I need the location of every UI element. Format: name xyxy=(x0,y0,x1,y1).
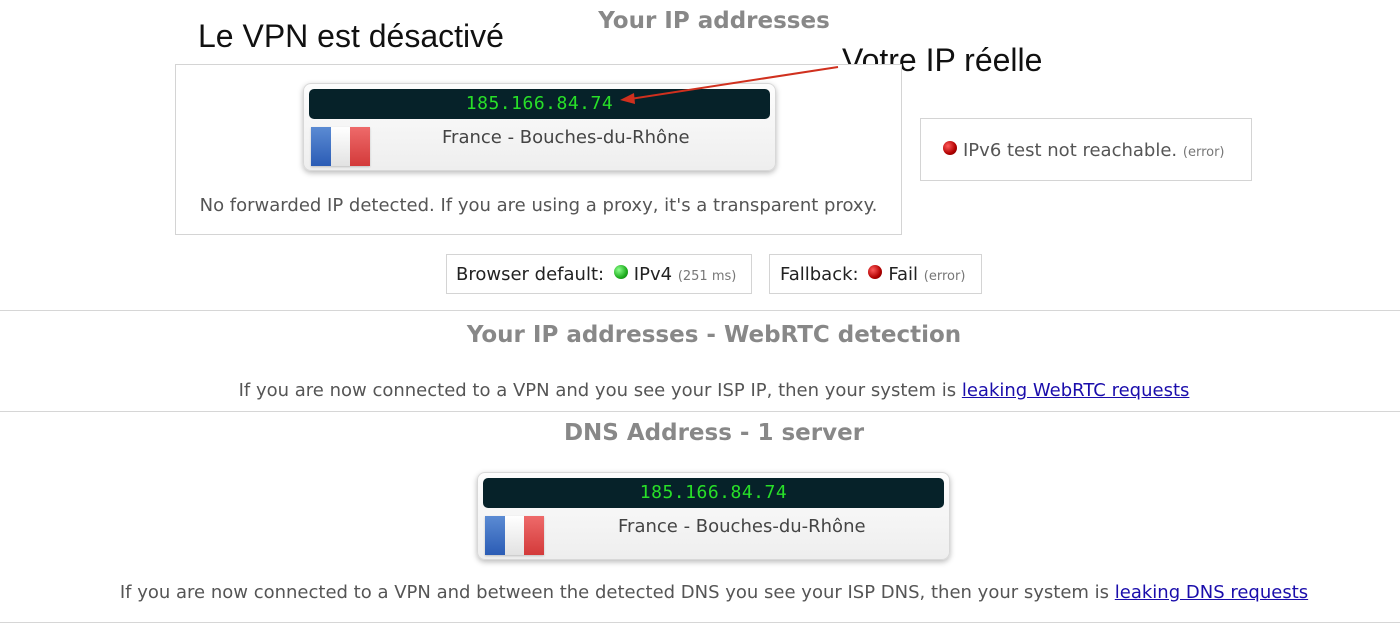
fallback-result: Fail xyxy=(888,264,919,285)
error-status-icon xyxy=(943,141,957,155)
leaking-dns-link[interactable]: leaking DNS requests xyxy=(1115,582,1308,603)
ipv6-message: IPv6 test not reachable. xyxy=(963,140,1178,161)
success-status-icon xyxy=(613,265,628,279)
dns-section-title: DNS Address - 1 server xyxy=(563,420,865,446)
browser-default-box: Browser default: IPv4 (251 ms) xyxy=(446,254,752,294)
dns-server-card: 185.166.84.74 France - Bouches-du-Rhône xyxy=(477,472,950,560)
leaking-webrtc-link[interactable]: leaking WebRTC requests xyxy=(962,380,1190,401)
flag-france-icon xyxy=(485,516,545,555)
browser-default-latency: (251 ms) xyxy=(677,269,737,284)
browser-default-label: Browser default: xyxy=(456,264,605,285)
ipv6-box: IPv6 test not reachable. (error) xyxy=(920,118,1252,181)
fallback-status: (error) xyxy=(923,269,966,284)
section-divider xyxy=(0,622,1400,623)
webrtc-note: If you are now connected to a VPN and yo… xyxy=(0,380,1400,401)
flag-france-icon xyxy=(311,127,371,166)
fallback-box: Fallback: Fail (error) xyxy=(769,254,982,294)
ipv6-status: (error) xyxy=(1182,145,1225,160)
dns-note-text: If you are now connected to a VPN and be… xyxy=(119,582,1110,603)
section-divider xyxy=(0,411,1400,412)
fallback-label: Fallback: xyxy=(780,264,859,285)
annotation-arrow-icon xyxy=(620,66,839,104)
forwarded-ip-note: No forwarded IP detected. If you are usi… xyxy=(199,195,878,216)
error-status-icon xyxy=(868,265,883,279)
dns-note: If you are now connected to a VPN and be… xyxy=(0,582,1400,603)
webrtc-section-title: Your IP addresses - WebRTC detection xyxy=(466,322,962,348)
webrtc-note-text: If you are now connected to a VPN and yo… xyxy=(238,380,957,401)
ip-section-title: Your IP addresses xyxy=(598,8,830,34)
dns-server-address: 185.166.84.74 xyxy=(483,478,944,508)
ipv4-location: France - Bouches-du-Rhône xyxy=(442,127,690,148)
dns-server-location: France - Bouches-du-Rhône xyxy=(618,516,866,537)
section-divider xyxy=(0,310,1400,311)
browser-default-protocol: IPv4 xyxy=(633,264,673,285)
